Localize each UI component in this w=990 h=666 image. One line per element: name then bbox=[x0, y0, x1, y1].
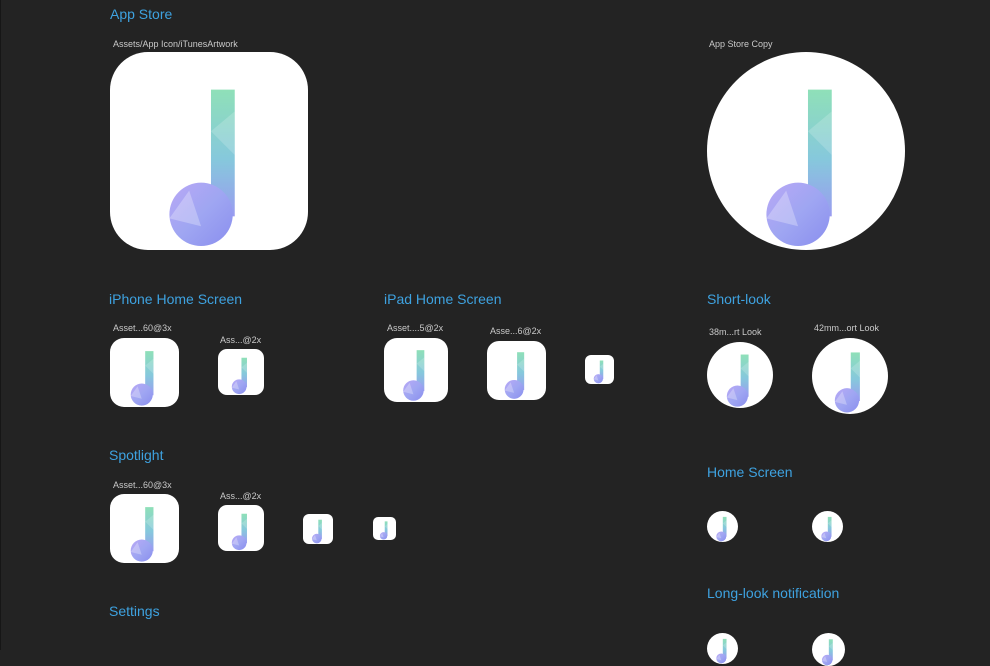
music-note-icon bbox=[169, 89, 235, 247]
artboard-label-ipad-5-2x[interactable]: Asset....5@2x bbox=[387, 323, 443, 333]
music-note-icon bbox=[593, 360, 604, 384]
artboard-label-38mm-short-look[interactable]: 38m...rt Look bbox=[709, 327, 762, 337]
section-title-home-screen: Home Screen bbox=[707, 464, 793, 480]
music-note-icon bbox=[716, 638, 727, 664]
app-icon-spotlight-medium[interactable] bbox=[303, 514, 333, 544]
app-icon-38mm-short-look[interactable] bbox=[707, 342, 773, 408]
music-note-icon bbox=[504, 352, 525, 399]
artboard-label-itunes-artwork[interactable]: Assets/App Icon/iTunesArtwork bbox=[113, 39, 238, 49]
app-icon-home-screen-a[interactable] bbox=[707, 511, 738, 542]
music-note-icon bbox=[312, 519, 322, 544]
section-title-settings: Settings bbox=[109, 603, 160, 619]
app-icon-iphone-60-3x[interactable] bbox=[110, 338, 179, 407]
music-note-icon bbox=[130, 507, 154, 562]
app-icon-spotlight-small[interactable] bbox=[373, 517, 396, 540]
app-icon-long-look-a[interactable] bbox=[707, 633, 738, 664]
music-note-icon bbox=[766, 89, 832, 247]
section-title-app-store: App Store bbox=[110, 6, 173, 22]
artboard-label-spotlight-2x[interactable]: Ass...@2x bbox=[220, 491, 261, 501]
music-note-icon bbox=[231, 513, 247, 551]
app-icon-iphone-2x[interactable] bbox=[218, 349, 264, 395]
app-icon-ipad-5-2x[interactable] bbox=[384, 338, 448, 402]
app-icon-ipad-small[interactable] bbox=[585, 355, 614, 384]
app-icon-home-screen-b[interactable] bbox=[812, 511, 843, 542]
app-icon-spotlight-2x[interactable] bbox=[218, 505, 264, 551]
artboard-label-app-store-copy[interactable]: App Store Copy bbox=[709, 39, 773, 49]
music-note-icon bbox=[231, 357, 247, 395]
section-title-short-look: Short-look bbox=[707, 291, 771, 307]
app-icon-itunes-artwork[interactable] bbox=[110, 52, 308, 250]
music-note-icon bbox=[716, 516, 727, 542]
section-title-long-look: Long-look notification bbox=[707, 585, 840, 601]
section-title-spotlight: Spotlight bbox=[109, 447, 164, 463]
music-note-icon bbox=[130, 351, 154, 406]
app-icon-42mm-short-look[interactable] bbox=[812, 338, 888, 414]
music-note-icon bbox=[821, 516, 832, 542]
app-icon-spotlight-60-3x[interactable] bbox=[110, 494, 179, 563]
music-note-icon bbox=[834, 352, 860, 413]
app-icon-ipad-6-2x[interactable] bbox=[487, 341, 546, 400]
design-canvas[interactable]: App Store Assets/App Icon/iTunesArtwork … bbox=[0, 0, 990, 666]
artboard-label-42mm-short-look[interactable]: 42mm...ort Look bbox=[814, 323, 879, 333]
app-icon-app-store-copy[interactable] bbox=[707, 52, 905, 250]
artboard-label-iphone-2x[interactable]: Ass...@2x bbox=[220, 335, 261, 345]
music-note-icon bbox=[403, 350, 425, 401]
music-note-icon bbox=[726, 354, 749, 407]
music-note-icon bbox=[379, 521, 388, 540]
artboard-label-ipad-6-2x[interactable]: Asse...6@2x bbox=[490, 326, 541, 336]
section-title-iphone-home: iPhone Home Screen bbox=[109, 291, 243, 307]
section-title-ipad-home: iPad Home Screen bbox=[384, 291, 502, 307]
artboard-label-iphone-60-3x[interactable]: Asset...60@3x bbox=[113, 323, 172, 333]
artboard-label-spotlight-60-3x[interactable]: Asset...60@3x bbox=[113, 480, 172, 490]
